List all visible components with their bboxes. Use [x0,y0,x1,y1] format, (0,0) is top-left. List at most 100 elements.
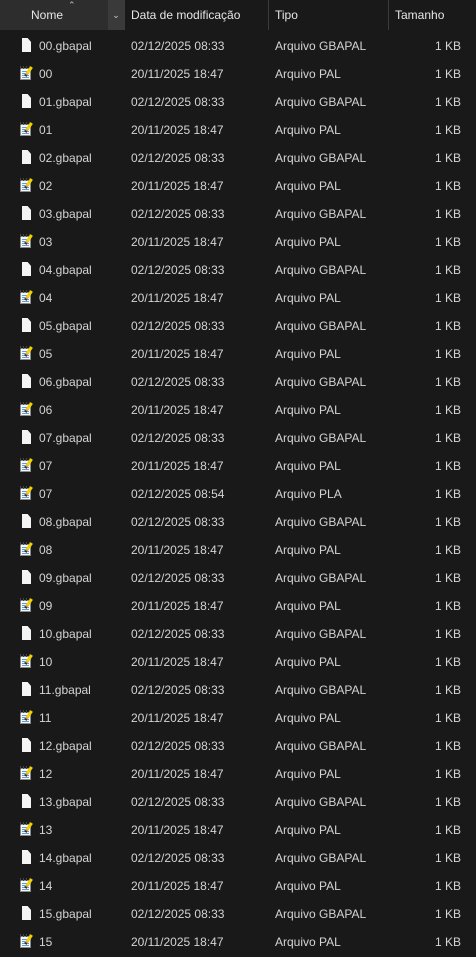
file-row[interactable]: 07 20/11/2025 18:47 Arquivo PAL 1 KB [0,452,476,480]
file-row[interactable]: 09.gbapal 02/12/2025 08:33 Arquivo GBAPAL 1… [0,564,476,592]
file-row[interactable]: 00.gbapal 02/12/2025 08:33 Arquivo GBAPAL 1… [0,32,476,60]
file-size: 1 KB [434,543,461,557]
file-row[interactable]: 08 20/11/2025 18:47 Arquivo PAL 1 KB [0,536,476,564]
file-size: 1 KB [434,459,461,473]
file-date: 02/12/2025 08:33 [131,207,225,221]
file-date: 20/11/2025 18:47 [131,235,224,249]
file-row[interactable]: 09 20/11/2025 18:47 Arquivo PAL 1 KB [0,592,476,620]
notepad-icon [19,121,33,138]
file-type: Arquivo GBAPAL [275,375,367,389]
file-row[interactable]: 01.gbapal 02/12/2025 08:33 Arquivo GBAPAL 1… [0,88,476,116]
file-size: 1 KB [434,571,461,585]
column-header-date-label: Data de modificação [131,8,241,22]
column-header-name[interactable]: ⌃ Nome ⌄ [0,0,125,30]
file-row[interactable]: 15.gbapal 02/12/2025 08:33 Arquivo GBAPAL 1… [0,900,476,928]
notepad-icon [19,821,33,838]
file-type: Arquivo PLA [275,487,342,501]
file-type: Arquivo GBAPAL [275,571,367,585]
file-row[interactable]: 12.gbapal 02/12/2025 08:33 Arquivo GBAPAL 1… [0,732,476,760]
file-size: 1 KB [434,739,461,753]
file-size: 1 KB [434,851,461,865]
file-row[interactable]: 11.gbapal 02/12/2025 08:33 Arquivo GBAPAL 1… [0,676,476,704]
file-name: 07.gbapal [39,431,92,445]
document-icon [19,625,33,642]
file-row[interactable]: 06.gbapal 02/12/2025 08:33 Arquivo GBAPAL 1… [0,368,476,396]
file-name: 02.gbapal [39,151,92,165]
file-date: 20/11/2025 18:47 [131,711,224,725]
file-size: 1 KB [434,907,461,921]
file-row[interactable]: 11 20/11/2025 18:47 Arquivo PAL 1 KB [0,704,476,732]
column-header-date[interactable]: Data de modificação [125,0,269,30]
file-size: 1 KB [434,823,461,837]
file-row[interactable]: 10.gbapal 02/12/2025 08:33 Arquivo GBAPAL 1… [0,620,476,648]
file-size: 1 KB [434,599,461,613]
file-type: Arquivo GBAPAL [275,851,367,865]
file-row[interactable]: 02 20/11/2025 18:47 Arquivo PAL 1 KB [0,172,476,200]
file-date: 20/11/2025 18:47 [131,543,224,557]
notepad-icon [19,289,33,306]
chevron-down-icon[interactable]: ⌄ [108,0,124,30]
file-row[interactable]: 14.gbapal 02/12/2025 08:33 Arquivo GBAPAL 1… [0,844,476,872]
notepad-icon [19,709,33,726]
column-header-type[interactable]: Tipo [269,0,389,30]
file-row[interactable]: 14 20/11/2025 18:47 Arquivo PAL 1 KB [0,872,476,900]
notepad-icon [19,401,33,418]
file-row[interactable]: 12 20/11/2025 18:47 Arquivo PAL 1 KB [0,760,476,788]
file-row[interactable]: 04.gbapal 02/12/2025 08:33 Arquivo GBAPAL 1… [0,256,476,284]
file-date: 20/11/2025 18:47 [131,403,224,417]
file-row[interactable]: 05.gbapal 02/12/2025 08:33 Arquivo GBAPAL 1… [0,312,476,340]
file-size: 1 KB [434,235,461,249]
file-type: Arquivo PAL [275,599,341,613]
notepad-icon [19,457,33,474]
file-size: 1 KB [434,515,461,529]
file-list: 00.gbapal 02/12/2025 08:33 Arquivo GBAPAL 1… [0,32,476,956]
notepad-icon [19,933,33,950]
column-header-type-label: Tipo [275,8,298,22]
file-date: 02/12/2025 08:33 [131,263,225,277]
notepad-icon [19,177,33,194]
file-type: Arquivo PAL [275,235,341,249]
file-size: 1 KB [434,207,461,221]
file-size: 1 KB [434,39,461,53]
file-row[interactable]: 03.gbapal 02/12/2025 08:33 Arquivo GBAPAL 1… [0,200,476,228]
file-date: 02/12/2025 08:33 [131,515,225,529]
file-name: 07 [39,487,53,501]
column-header-size-label: Tamanho [395,8,445,22]
file-row[interactable]: 07 02/12/2025 08:54 Arquivo PLA 1 KB [0,480,476,508]
file-date: 02/12/2025 08:33 [131,739,225,753]
document-icon [19,849,33,866]
file-date: 20/11/2025 18:47 [131,935,224,949]
file-row[interactable]: 08.gbapal 02/12/2025 08:33 Arquivo GBAPAL 1… [0,508,476,536]
file-row[interactable]: 04 20/11/2025 18:47 Arquivo PAL 1 KB [0,284,476,312]
file-name: 08 [39,543,53,557]
file-row[interactable]: 07.gbapal 02/12/2025 08:33 Arquivo GBAPAL 1… [0,424,476,452]
file-row[interactable]: 03 20/11/2025 18:47 Arquivo PAL 1 KB [0,228,476,256]
file-row[interactable]: 05 20/11/2025 18:47 Arquivo PAL 1 KB [0,340,476,368]
file-type: Arquivo PAL [275,459,341,473]
notepad-icon [19,485,33,502]
file-type: Arquivo PAL [275,935,341,949]
file-date: 02/12/2025 08:33 [131,627,225,641]
notepad-icon [19,233,33,250]
file-row[interactable]: 10 20/11/2025 18:47 Arquivo PAL 1 KB [0,648,476,676]
file-name: 10 [39,655,53,669]
file-name: 06.gbapal [39,375,92,389]
file-row[interactable]: 13.gbapal 02/12/2025 08:33 Arquivo GBAPAL 1… [0,788,476,816]
notepad-icon [19,65,33,82]
column-header-size[interactable]: Tamanho [389,0,476,30]
file-row[interactable]: 00 20/11/2025 18:47 Arquivo PAL 1 KB [0,60,476,88]
file-name: 13 [39,823,53,837]
file-row[interactable]: 15 20/11/2025 18:47 Arquivo PAL 1 KB [0,928,476,956]
file-row[interactable]: 01 20/11/2025 18:47 Arquivo PAL 1 KB [0,116,476,144]
file-name: 01 [39,123,53,137]
file-type: Arquivo GBAPAL [275,151,367,165]
file-row[interactable]: 06 20/11/2025 18:47 Arquivo PAL 1 KB [0,396,476,424]
document-icon [19,513,33,530]
file-type: Arquivo GBAPAL [275,319,367,333]
file-row[interactable]: 13 20/11/2025 18:47 Arquivo PAL 1 KB [0,816,476,844]
file-type: Arquivo GBAPAL [275,795,367,809]
file-type: Arquivo PAL [275,655,341,669]
column-header-name-label: Nome [31,8,64,22]
file-row[interactable]: 02.gbapal 02/12/2025 08:33 Arquivo GBAPAL 1… [0,144,476,172]
file-name: 15 [39,935,53,949]
